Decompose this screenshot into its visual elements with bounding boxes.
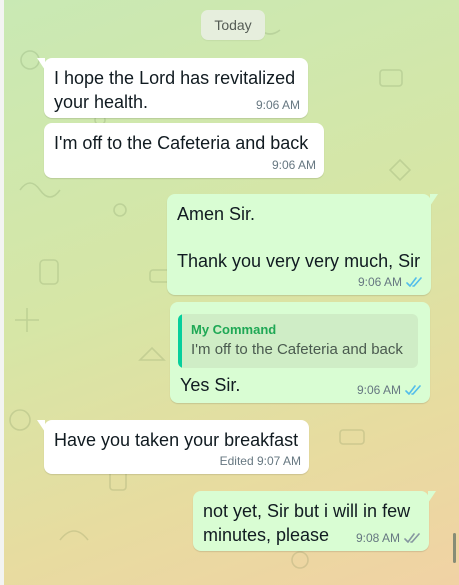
scrollbar-thumb[interactable]	[453, 533, 456, 563]
message-incoming[interactable]: I'm off to the Cafeteria and back 9:06 A…	[44, 123, 324, 178]
message-incoming[interactable]: I hope the Lord has revitalized your hea…	[37, 58, 308, 118]
message-outgoing-reply[interactable]: My Command I'm off to the Cafeteria and …	[170, 302, 430, 403]
quote-text: I'm off to the Cafeteria and back	[191, 341, 403, 358]
message-incoming[interactable]: Have you taken your breakfast Edited 9:0…	[37, 420, 309, 474]
double-check-icon	[405, 384, 421, 395]
bubble-tail	[37, 58, 45, 70]
message-meta: 9:06 AM	[357, 383, 422, 397]
message-text: Yes Sir.	[180, 375, 241, 395]
message-text: Amen Sir. Thank you very very much, Sir	[177, 204, 421, 271]
message-meta: 9:06 AM	[358, 275, 423, 289]
bubble-tail	[430, 194, 438, 206]
date-separator: Today	[201, 10, 265, 40]
message-meta: 9:08 AM	[356, 531, 421, 545]
message-meta: 9:06 AM	[272, 158, 316, 172]
double-check-icon	[406, 276, 422, 287]
message-text: Have you taken your breakfast	[54, 430, 299, 450]
message-time: 9:08 AM	[355, 531, 400, 545]
message-meta: Edited 9:07 AM	[220, 454, 301, 468]
message-meta: 9:06 AM	[256, 98, 300, 112]
message-text: I'm off to the Cafeteria and back	[54, 133, 309, 153]
quoted-message[interactable]: My Command I'm off to the Cafeteria and …	[178, 314, 418, 368]
quote-accent-bar	[178, 314, 182, 368]
quote-author: My Command	[191, 322, 277, 337]
message-time: Edited 9:07 AM	[219, 454, 301, 468]
message-time: 9:06 AM	[356, 383, 401, 397]
message-time: 9:06 AM	[271, 158, 316, 172]
message-outgoing[interactable]: Amen Sir. Thank you very very much, Sir …	[167, 194, 438, 295]
message-time: 9:06 AM	[357, 275, 402, 289]
window-left-edge	[0, 0, 4, 585]
message-outgoing[interactable]: not yet, Sir but i will in few minutes, …	[193, 491, 436, 551]
bubble-tail	[37, 420, 45, 432]
double-check-icon	[404, 532, 420, 543]
bubble-tail	[428, 491, 436, 503]
message-time: 9:06 AM	[255, 98, 300, 112]
